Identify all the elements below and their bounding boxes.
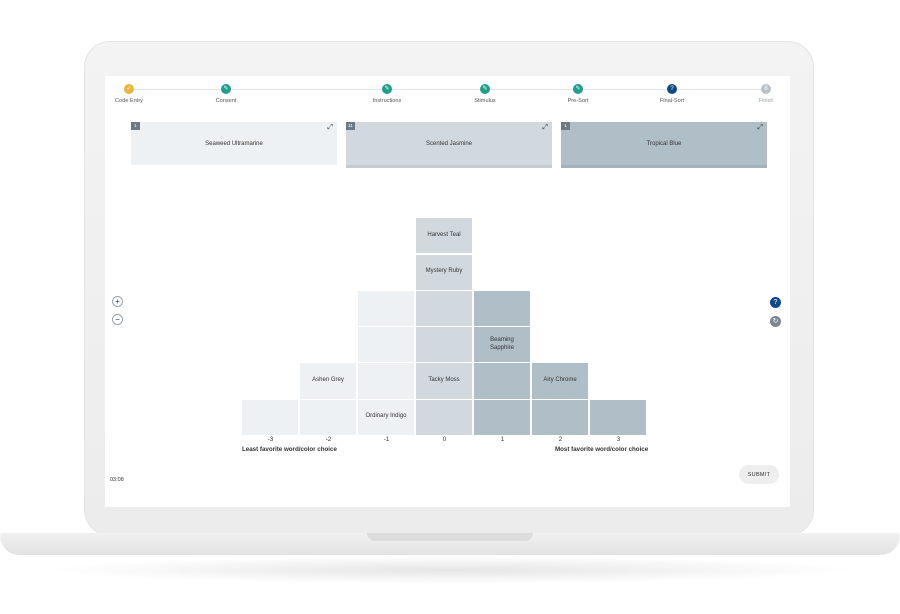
placed-card[interactable]: Beaming Sapphire (474, 327, 531, 364)
column-label: 2 (558, 436, 563, 443)
step-label: Code Entry (115, 98, 143, 104)
placed-card[interactable]: Tacky Moss (416, 363, 473, 400)
step-stimulus: ✎ Stimulus (445, 84, 525, 104)
card-label: Seaweed Ultramarine (205, 140, 263, 147)
column-label: 0 (442, 436, 447, 443)
step-label: Finish (758, 98, 774, 104)
grid-slot[interactable] (474, 290, 531, 328)
step-label: Instructions (372, 98, 402, 104)
grid-slot[interactable] (532, 399, 589, 436)
statement-card[interactable]: 1 Tropical Blue ⤢ (561, 122, 767, 165)
help-icon[interactable]: ? (770, 297, 781, 308)
grid-slot[interactable] (242, 399, 299, 436)
timer: 03:08 (110, 477, 124, 483)
grid-slot[interactable] (474, 399, 531, 436)
laptop-base-notch (367, 533, 533, 541)
placed-card[interactable]: Mystery Ruby (416, 254, 473, 291)
zoom-out-button[interactable]: − (112, 314, 123, 325)
pencil-icon: ✎ (480, 84, 490, 94)
step-pre-sort: ✎ Pre-Sort (538, 84, 618, 104)
step-consent: ✎ Consent (186, 84, 266, 104)
step-label: Stimulus (474, 98, 496, 104)
grid-slot[interactable] (300, 399, 357, 436)
grid-slot[interactable] (416, 399, 473, 436)
column-label: -1 (383, 436, 390, 443)
question-icon: ? (667, 84, 677, 94)
app-screen: ✓ Code Entry ✎ Consent ✎ Instructions ✎ Stimulu… (105, 76, 790, 507)
check-icon: ✓ (124, 84, 134, 94)
step-label: Consent (215, 98, 237, 104)
card-label: Tropical Blue (646, 140, 682, 147)
pencil-icon: ✎ (221, 84, 231, 94)
column-label: 3 (616, 436, 621, 443)
grid-slot[interactable] (590, 399, 647, 436)
card-number-badge: 1 (131, 122, 140, 130)
step-finish: 8 Finish (726, 84, 790, 104)
column-label: 1 (500, 436, 505, 443)
most-favorite-label: Most favorite word/color choice (555, 446, 649, 453)
submit-button[interactable]: SUBMIT (739, 465, 779, 484)
least-favorite-label: Least favorite word/color choice (242, 446, 337, 453)
column-label: -2 (325, 436, 332, 443)
placed-card[interactable]: Harvest Teal (416, 218, 473, 255)
column-label: -3 (267, 436, 274, 443)
grid-slot[interactable] (474, 363, 531, 400)
expand-icon[interactable]: ⤢ (542, 124, 548, 132)
placed-card[interactable]: Ashen Grey (300, 363, 357, 400)
step-number-icon: 8 (761, 84, 771, 94)
pencil-icon: ✎ (382, 84, 392, 94)
grid-slot[interactable] (358, 327, 415, 364)
expand-icon[interactable]: ⤢ (757, 124, 763, 132)
grid-slot[interactable] (416, 327, 473, 364)
statement-card[interactable]: 1 Seaweed Ultramarine ⤢ (131, 122, 337, 165)
card-number-badge: 1 (561, 122, 570, 130)
placed-card[interactable]: Ordinary Indigo (358, 399, 415, 436)
pencil-icon: ✎ (573, 84, 583, 94)
grid-slot[interactable] (358, 363, 415, 400)
reset-icon[interactable]: ↻ (770, 316, 781, 327)
page: ✓ Code Entry ✎ Consent ✎ Instructions ✎ Stimulu… (0, 0, 900, 614)
grid-slot[interactable] (358, 290, 415, 328)
zoom-in-button[interactable]: + (112, 296, 123, 307)
placed-card[interactable]: Airy Chrome (532, 363, 589, 400)
step-instructions: ✎ Instructions (347, 84, 427, 104)
card-label: Scented Jasmine (425, 140, 473, 147)
card-number-badge: 11 (346, 122, 355, 130)
step-label: Pre-Sort (567, 98, 589, 104)
step-code-entry: ✓ Code Entry (105, 84, 169, 104)
statement-card[interactable]: 11 Scented Jasmine ⤢ (346, 122, 552, 165)
expand-icon[interactable]: ⤢ (327, 124, 333, 132)
step-label: Final-Sort (659, 98, 685, 104)
grid-slot[interactable] (416, 290, 473, 328)
laptop-shadow (40, 556, 860, 584)
step-final-sort: ? Final-Sort (632, 84, 712, 104)
